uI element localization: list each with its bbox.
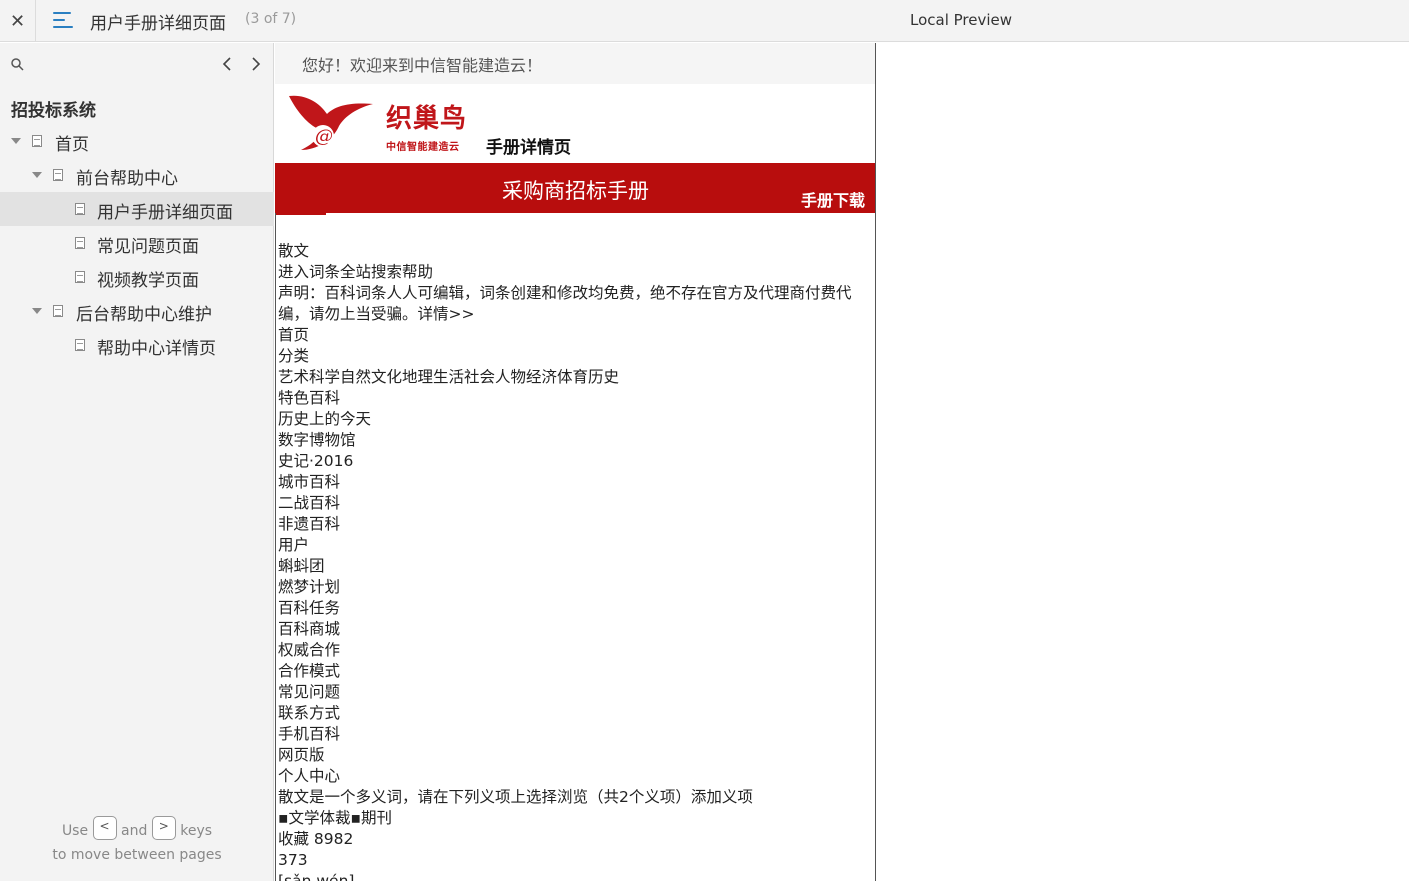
content-border [275,213,276,881]
article-line: 用户 [278,536,310,554]
sidebar-item-label: 视频教学页面 [97,271,199,291]
article-line: 373 [278,851,308,869]
page-title: 用户手册详细页面 [90,14,226,34]
article-line: 艺术科学自然文化地理生活社会人物经济体育历史 [278,368,620,386]
right-key-icon: > [151,816,176,840]
article-line: 手机百科 [278,725,341,743]
chevron-down-icon[interactable] [32,306,42,316]
hint-text: Use [61,823,89,839]
bird-logo-icon: @ [287,92,375,158]
sidebar-item-label: 前台帮助中心 [76,169,178,189]
chevron-left-icon[interactable] [219,55,235,73]
welcome-bar: 您好！欢迎来到中信智能建造云！ [275,43,875,84]
article-line: 史记·2016 [278,452,354,470]
document-icon [75,339,85,351]
document-icon [75,203,85,215]
search-icon[interactable] [10,57,26,73]
download-link[interactable]: 手册下载 [801,187,865,211]
article-line: 网页版 [278,746,325,764]
article-line: [sǎn wén] [278,872,355,881]
detail-title: 手册详情页 [486,138,571,158]
chevron-down-icon[interactable] [32,170,42,180]
article-line: 非遗百科 [278,515,341,533]
sidebar-item-label: 帮助中心详情页 [97,339,216,359]
article-line: 散文 [278,242,310,260]
sidebar-item-user-manual[interactable]: 用户手册详细页面 [0,192,274,226]
article-line: 权威合作 [278,641,341,659]
article-line: ▪文学体裁▪期刊 [278,809,393,827]
article-line: 百科任务 [278,599,341,617]
sidebar-item-label: 用户手册详细页面 [97,203,233,223]
article-line: 二战百科 [278,494,341,512]
brand-name: 织巢鸟 [386,104,468,134]
article-line: 首页 [278,326,310,344]
article-line: 历史上的今天 [278,410,372,428]
article-line: 蝌蚪团 [278,557,325,575]
preview-label: Local Preview [910,11,1013,29]
hint-text: and [121,823,148,839]
brand-subtitle: 中信智能建造云 [386,142,460,153]
sidebar: 招投标系统 首页 前台帮助中心 用户手册详细页面 常见问题页面 视频教学页面 后… [0,43,274,881]
article-line: 常见问题 [278,683,341,701]
article-line: 分类 [278,347,310,365]
sidebar-heading: 招投标系统 [11,101,96,121]
sidebar-item-home[interactable]: 首页 [0,124,274,158]
article-line: 声明：百科词条人人可编辑，词条创建和修改均免费，绝不存在官方及代理商付费代编，请… [278,284,852,323]
hamburger-menu-icon[interactable] [50,9,76,33]
article-line: 百科商城 [278,620,341,638]
document-icon [75,271,85,283]
sidebar-item-backend-help[interactable]: 后台帮助中心维护 [0,294,274,328]
sidebar-item-help-detail[interactable]: 帮助中心详情页 [0,328,274,362]
banner-underline [275,213,326,215]
left-key-icon: < [92,816,117,840]
svg-text:@: @ [315,126,333,147]
article-line: 散文是一个多义词，请在下列义项上选择浏览（共2个义项）添加义项 [278,788,753,806]
article-line: 进入词条全站搜索帮助 [278,263,434,281]
preview-content: 您好！欢迎来到中信智能建造云！ @ 织巢鸟 中信智能建造云 手册详情页 采购商招… [275,43,876,881]
close-button[interactable]: ✕ [0,0,36,42]
hint-text: keys [180,823,213,839]
document-icon [53,305,63,317]
article-line: 特色百科 [278,389,341,407]
article-line: 城市百科 [278,473,341,491]
top-bar: ✕ 用户手册详细页面 (3 of 7) Local Preview [0,0,1409,42]
banner-title: 采购商招标手册 [502,179,649,203]
document-icon [75,237,85,249]
hint-text: to move between pages [52,847,222,863]
chevron-down-icon[interactable] [11,136,21,146]
logo-header: @ 织巢鸟 中信智能建造云 手册详情页 [275,84,875,163]
article-line: 燃梦计划 [278,578,341,596]
sidebar-item-label: 后台帮助中心维护 [76,305,212,325]
keyboard-hint: Use < and > keys to move between pages [0,816,274,863]
banner: 采购商招标手册 手册下载 [275,163,875,213]
sidebar-item-faq[interactable]: 常见问题页面 [0,226,274,260]
page-counter: (3 of 7) [245,11,297,27]
sidebar-item-frontend-help[interactable]: 前台帮助中心 [0,158,274,192]
article-line: 数字博物馆 [278,431,356,449]
article-line: 个人中心 [278,767,341,785]
article-line: 合作模式 [278,662,341,680]
sidebar-item-label: 首页 [55,135,89,155]
chevron-right-icon[interactable] [248,55,264,73]
article-line: 收藏 8982 [278,830,354,848]
sidebar-item-video-tutorial[interactable]: 视频教学页面 [0,260,274,294]
sidebar-item-label: 常见问题页面 [97,237,199,257]
article-line: 联系方式 [278,704,341,722]
document-icon [53,169,63,181]
document-icon [32,135,42,147]
article-body: 散文进入词条全站搜索帮助声明：百科词条人人可编辑，词条创建和修改均免费，绝不存在… [278,241,874,881]
